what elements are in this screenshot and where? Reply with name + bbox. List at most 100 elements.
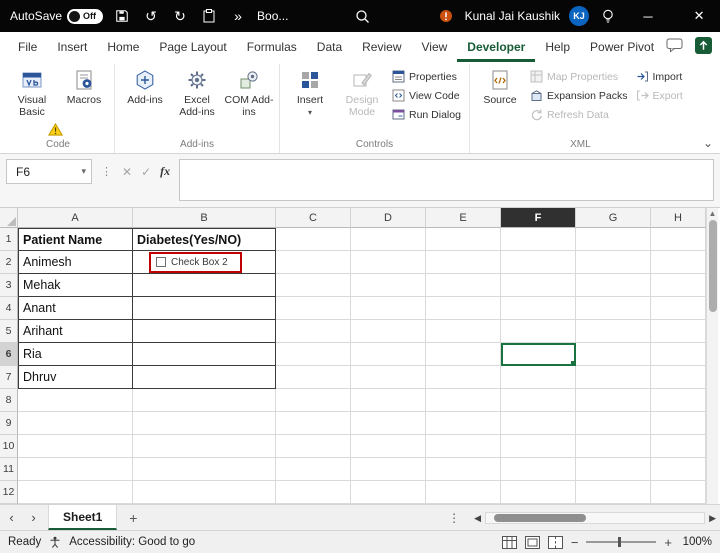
insert-function-icon[interactable]: fx <box>160 164 170 179</box>
horizontal-scroll-thumb[interactable] <box>494 514 586 522</box>
cell-A4[interactable]: Anant <box>18 297 133 320</box>
cell-D7[interactable] <box>351 366 426 389</box>
cell-C9[interactable] <box>276 412 351 435</box>
tab-page-layout[interactable]: Page Layout <box>149 33 236 62</box>
cell-A1[interactable]: Patient Name <box>18 228 133 251</box>
cell-G4[interactable] <box>576 297 651 320</box>
cell-C4[interactable] <box>276 297 351 320</box>
com-add-ins-button[interactable]: COM Add-ins <box>224 65 274 118</box>
cell-A8[interactable] <box>18 389 133 412</box>
cell-E4[interactable] <box>426 297 501 320</box>
cell-F9[interactable] <box>501 412 576 435</box>
tab-file[interactable]: File <box>8 33 47 62</box>
cell-F7[interactable] <box>501 366 576 389</box>
cell-A11[interactable] <box>18 458 133 481</box>
cell-G2[interactable] <box>576 251 651 274</box>
next-sheet-icon[interactable]: › <box>26 510 41 525</box>
cell-G12[interactable] <box>576 481 651 504</box>
user-avatar[interactable]: KJ <box>569 6 589 26</box>
cell-C7[interactable] <box>276 366 351 389</box>
cell-D9[interactable] <box>351 412 426 435</box>
tab-data[interactable]: Data <box>307 33 352 62</box>
cancel-entry-icon[interactable]: ✕ <box>122 165 132 179</box>
redo-icon[interactable]: ↻ <box>170 5 190 27</box>
cell-F12[interactable] <box>501 481 576 504</box>
cell-D4[interactable] <box>351 297 426 320</box>
cell-G6[interactable] <box>576 343 651 366</box>
row-header-8[interactable]: 8 <box>0 389 18 412</box>
cell-B5[interactable] <box>133 320 276 343</box>
cell-E2[interactable] <box>426 251 501 274</box>
cell-D11[interactable] <box>351 458 426 481</box>
checkbox-label[interactable]: Check Box 2 <box>171 257 228 268</box>
cell-D10[interactable] <box>351 435 426 458</box>
notification-badge-icon[interactable] <box>436 5 456 27</box>
row-header-3[interactable]: 3 <box>0 274 18 297</box>
row-header-5[interactable]: 5 <box>0 320 18 343</box>
cell-A5[interactable]: Arihant <box>18 320 133 343</box>
row-header-4[interactable]: 4 <box>0 297 18 320</box>
cell-F4[interactable] <box>501 297 576 320</box>
cell-H11[interactable] <box>651 458 706 481</box>
cell-H8[interactable] <box>651 389 706 412</box>
cell-C8[interactable] <box>276 389 351 412</box>
cell-F3[interactable] <box>501 274 576 297</box>
cell-H10[interactable] <box>651 435 706 458</box>
refresh-data-button[interactable]: Refresh Data <box>527 106 631 123</box>
cell-C5[interactable] <box>276 320 351 343</box>
sheet-tab-sheet1[interactable]: Sheet1 <box>48 505 117 530</box>
column-header-c[interactable]: C <box>276 208 351 228</box>
scroll-up-icon[interactable]: ▲ <box>709 209 717 218</box>
export-button[interactable]: Export <box>633 87 686 104</box>
search-icon[interactable] <box>352 5 372 27</box>
name-box-dropdown-icon[interactable]: ▾ <box>81 166 86 177</box>
cell-G11[interactable] <box>576 458 651 481</box>
cell-G9[interactable] <box>576 412 651 435</box>
save-icon[interactable] <box>112 5 132 27</box>
cell-H2[interactable] <box>651 251 706 274</box>
cell-F10[interactable] <box>501 435 576 458</box>
cell-H12[interactable] <box>651 481 706 504</box>
row-header-10[interactable]: 10 <box>0 435 18 458</box>
vertical-scrollbar[interactable]: ▲ <box>706 208 718 504</box>
cell-D5[interactable] <box>351 320 426 343</box>
properties-button[interactable]: Properties <box>389 68 464 85</box>
cell-C6[interactable] <box>276 343 351 366</box>
view-code-button[interactable]: View Code <box>389 87 464 104</box>
column-header-e[interactable]: E <box>426 208 501 228</box>
import-button[interactable]: Import <box>633 68 686 85</box>
map-properties-button[interactable]: Map Properties <box>527 68 631 85</box>
cell-E5[interactable] <box>426 320 501 343</box>
row-header-11[interactable]: 11 <box>0 458 18 481</box>
cell-B7[interactable] <box>133 366 276 389</box>
cell-B8[interactable] <box>133 389 276 412</box>
tab-formulas[interactable]: Formulas <box>237 33 307 62</box>
tab-insert[interactable]: Insert <box>47 33 97 62</box>
column-header-f[interactable]: F <box>501 208 576 228</box>
cell-A10[interactable] <box>18 435 133 458</box>
cell-C3[interactable] <box>276 274 351 297</box>
cell-B6[interactable] <box>133 343 276 366</box>
accessibility-status[interactable]: Accessibility: Good to go <box>69 536 195 548</box>
cell-F2[interactable] <box>501 251 576 274</box>
cell-H3[interactable] <box>651 274 706 297</box>
formula-input[interactable] <box>179 159 714 201</box>
cell-F5[interactable] <box>501 320 576 343</box>
cell-H7[interactable] <box>651 366 706 389</box>
cell-E1[interactable] <box>426 228 501 251</box>
excel-add-ins-button[interactable]: Excel Add-ins <box>172 65 222 118</box>
lightbulb-icon[interactable] <box>598 5 618 27</box>
column-header-d[interactable]: D <box>351 208 426 228</box>
cell-A7[interactable]: Dhruv <box>18 366 133 389</box>
confirm-entry-icon[interactable]: ✓ <box>141 165 151 179</box>
run-dialog-button[interactable]: Run Dialog <box>389 106 464 123</box>
cell-F6[interactable] <box>501 343 576 366</box>
cell-F11[interactable] <box>501 458 576 481</box>
zoom-slider-knob[interactable] <box>618 537 621 547</box>
cell-E7[interactable] <box>426 366 501 389</box>
column-header-h[interactable]: H <box>651 208 706 228</box>
cell-H9[interactable] <box>651 412 706 435</box>
tab-help[interactable]: Help <box>535 33 580 62</box>
visual-basic-button[interactable]: Visual Basic <box>7 65 57 118</box>
select-all-corner[interactable] <box>0 208 18 228</box>
